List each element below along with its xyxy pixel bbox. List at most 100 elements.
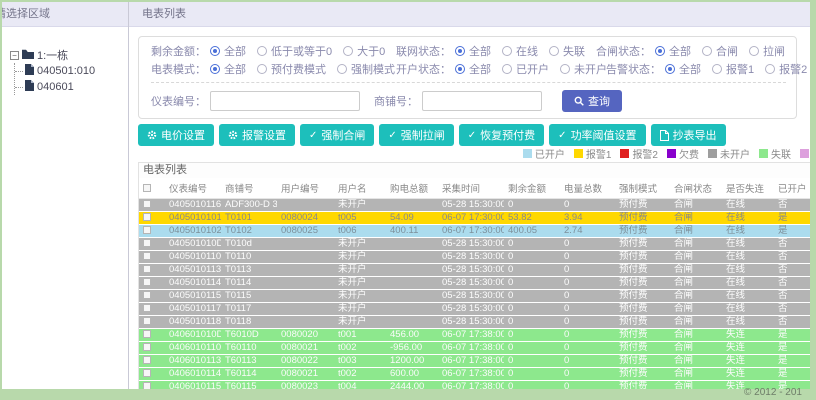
- table-row[interactable]: 040501010D T010d 未开户 05-28 15:30:00 0 0 预付费 合闸在…: [139, 237, 810, 251]
- shop-no-input[interactable]: [422, 90, 542, 111]
- radio-icon[interactable]: [210, 46, 220, 56]
- legend-item: 合闸: [800, 146, 810, 161]
- row-checkbox[interactable]: [143, 238, 151, 247]
- filter-radio-option[interactable]: 未开户: [560, 61, 607, 77]
- radio-icon[interactable]: [337, 64, 347, 74]
- radio-icon[interactable]: [455, 46, 465, 56]
- table-title: 电表列表: [139, 163, 810, 178]
- table-row[interactable]: 040601010D T6010D 0080020 t001 456.00 06-07 1…: [139, 328, 810, 342]
- filter-radio-option[interactable]: 在线: [502, 43, 538, 59]
- price-settings-button[interactable]: 电价设置: [138, 124, 214, 146]
- filter-radio-option[interactable]: 已开户: [502, 61, 549, 77]
- radio-icon[interactable]: [257, 64, 267, 74]
- row-checkbox[interactable]: [143, 368, 151, 377]
- filter-radio-option[interactable]: 全部: [210, 61, 246, 77]
- radio-icon[interactable]: [702, 46, 712, 56]
- legend-item: 报警2: [620, 146, 658, 161]
- power-threshold-button[interactable]: ✓ 功率阈值设置: [549, 124, 646, 146]
- search-button[interactable]: 查询: [562, 89, 622, 112]
- alarm-settings-button[interactable]: 报警设置: [219, 124, 295, 146]
- filter-radio-option[interactable]: 大于0: [343, 43, 385, 59]
- row-checkbox[interactable]: [143, 199, 151, 208]
- column-header: 合闸状态: [670, 178, 722, 199]
- table-row[interactable]: 0405010114 T0114 未开户 05-28 15:30:00 0 0 预付费 合闸在…: [139, 276, 810, 290]
- radio-icon[interactable]: [560, 64, 570, 74]
- radio-icon[interactable]: [549, 46, 559, 56]
- filter-radio-option[interactable]: 低于或等于0: [257, 43, 332, 59]
- table-cell: 合闸: [670, 328, 722, 342]
- export-readings-button[interactable]: 抄表导出: [650, 124, 726, 146]
- table-cell: 合闸: [670, 198, 722, 212]
- table-row[interactable]: 0405010118 T0118 未开户 05-28 15:30:00 0 0 预付费 合闸在…: [139, 315, 810, 329]
- row-checkbox[interactable]: [143, 290, 151, 299]
- radio-icon[interactable]: [712, 64, 722, 74]
- row-checkbox[interactable]: [143, 342, 151, 351]
- table-cell: 在线: [722, 302, 774, 316]
- radio-icon[interactable]: [665, 64, 675, 74]
- row-checkbox[interactable]: [143, 355, 151, 364]
- tree-node-1[interactable]: 040601: [15, 79, 124, 95]
- meter-no-input[interactable]: [210, 90, 360, 111]
- radio-label: 全部: [669, 46, 691, 58]
- table-row[interactable]: 0406010110 T60110 0080021 t002 -956.00 06-07 …: [139, 341, 810, 355]
- filter-radio-option[interactable]: 报警2: [765, 61, 807, 77]
- radio-icon[interactable]: [343, 46, 354, 56]
- table-cell: 0: [560, 328, 615, 342]
- row-checkbox[interactable]: [143, 277, 151, 286]
- radio-icon[interactable]: [655, 46, 665, 56]
- filter-radio-option[interactable]: 全部: [210, 43, 246, 59]
- table-row[interactable]: 0406010114 T60114 0080021 t002 600.00 06-07 1…: [139, 367, 810, 381]
- radio-icon[interactable]: [210, 64, 220, 74]
- table-row[interactable]: 0405010101 T0101 0080024 t005 54.09 06-07 17:…: [139, 211, 810, 225]
- tree-node-root[interactable]: − 1:一栋: [10, 47, 124, 63]
- filter-radio-option[interactable]: 报警1: [712, 61, 754, 77]
- filter-radio-option[interactable]: 预付费模式: [257, 61, 326, 77]
- table-row[interactable]: 0406010113 T60113 0080022 t003 1200.00 06-07 …: [139, 354, 810, 368]
- filter-radio-rows: 剩余金额： 全部 低于或等于0 大于0 联网状态： 全部 在线 失联 合闸状态： 全部 合闸 拉闸 电表…: [151, 42, 807, 78]
- row-checkbox[interactable]: [143, 316, 151, 325]
- force-open-button[interactable]: ✓ 强制拉闸: [379, 124, 454, 146]
- table-row[interactable]: 0405010115 T0115 未开户 05-28 15:30:00 0 0 预付费 合闸在…: [139, 289, 810, 303]
- table-cell: 06-07 17:30:00: [438, 211, 504, 225]
- filter-radio-option[interactable]: 全部: [455, 61, 491, 77]
- filter-radio-option[interactable]: 拉闸: [749, 43, 785, 59]
- row-checkbox[interactable]: [143, 264, 151, 273]
- row-checkbox[interactable]: [143, 251, 151, 260]
- filter-radio-option[interactable]: 合闸: [702, 43, 738, 59]
- table-cell: 05-28 15:30:00: [438, 315, 504, 329]
- radio-icon[interactable]: [749, 46, 759, 56]
- select-all-checkbox[interactable]: [143, 183, 151, 192]
- row-checkbox[interactable]: [143, 225, 151, 234]
- filter-radio-option[interactable]: 强制模式: [337, 61, 395, 77]
- table-cell: 合闸: [670, 276, 722, 290]
- tree-collapse-icon[interactable]: −: [10, 50, 19, 60]
- radio-icon[interactable]: [257, 46, 267, 56]
- table-row[interactable]: 0406010115 T60115 0080023 t004 2444.00 06-07 …: [139, 380, 810, 389]
- force-close-button[interactable]: ✓ 强制合闸: [300, 124, 375, 146]
- table-cell: 否: [774, 276, 810, 290]
- filter-radio-option[interactable]: 失联: [549, 43, 585, 59]
- table-row[interactable]: 0405010102 T0102 0080025 t006 400.11 06-07 17…: [139, 224, 810, 238]
- row-checkbox[interactable]: [143, 212, 151, 221]
- row-checkbox[interactable]: [143, 329, 151, 338]
- radio-label: 报警1: [726, 64, 755, 76]
- filter-radio-option[interactable]: 全部: [655, 43, 691, 59]
- row-checkbox[interactable]: [143, 381, 151, 389]
- app-window: 请选择区域 − 1:一栋 040501:010 040601 电表列表 剩余金额：…: [2, 2, 810, 389]
- tree-node-0[interactable]: 040501:010: [15, 63, 124, 79]
- row-checkbox[interactable]: [143, 303, 151, 312]
- table-row[interactable]: 0405010116 ADF300-D 3 未开户 05-28 15:30:00 0 0 预…: [139, 198, 810, 212]
- table-row[interactable]: 0405010117 T0117 未开户 05-28 15:30:00 0 0 预付费 合闸在…: [139, 302, 810, 316]
- radio-label: 低于或等于0: [271, 46, 333, 58]
- table-cell: 05-28 15:30:00: [438, 250, 504, 264]
- table-row[interactable]: 0405010110 T0110 未开户 05-28 15:30:00 0 0 预付费 合闸在…: [139, 250, 810, 264]
- table-cell: 0405010118: [165, 315, 221, 329]
- filter-radio-option[interactable]: 全部: [665, 61, 701, 77]
- radio-icon[interactable]: [455, 64, 465, 74]
- radio-icon[interactable]: [765, 64, 776, 74]
- radio-icon[interactable]: [502, 64, 512, 74]
- restore-prepaid-button[interactable]: ✓ 恢复预付费: [458, 124, 545, 146]
- filter-radio-option[interactable]: 全部: [455, 43, 491, 59]
- table-row[interactable]: 0405010113 T0113 未开户 05-28 15:30:00 0 0 预付费 合闸在…: [139, 263, 810, 277]
- radio-icon[interactable]: [502, 46, 512, 56]
